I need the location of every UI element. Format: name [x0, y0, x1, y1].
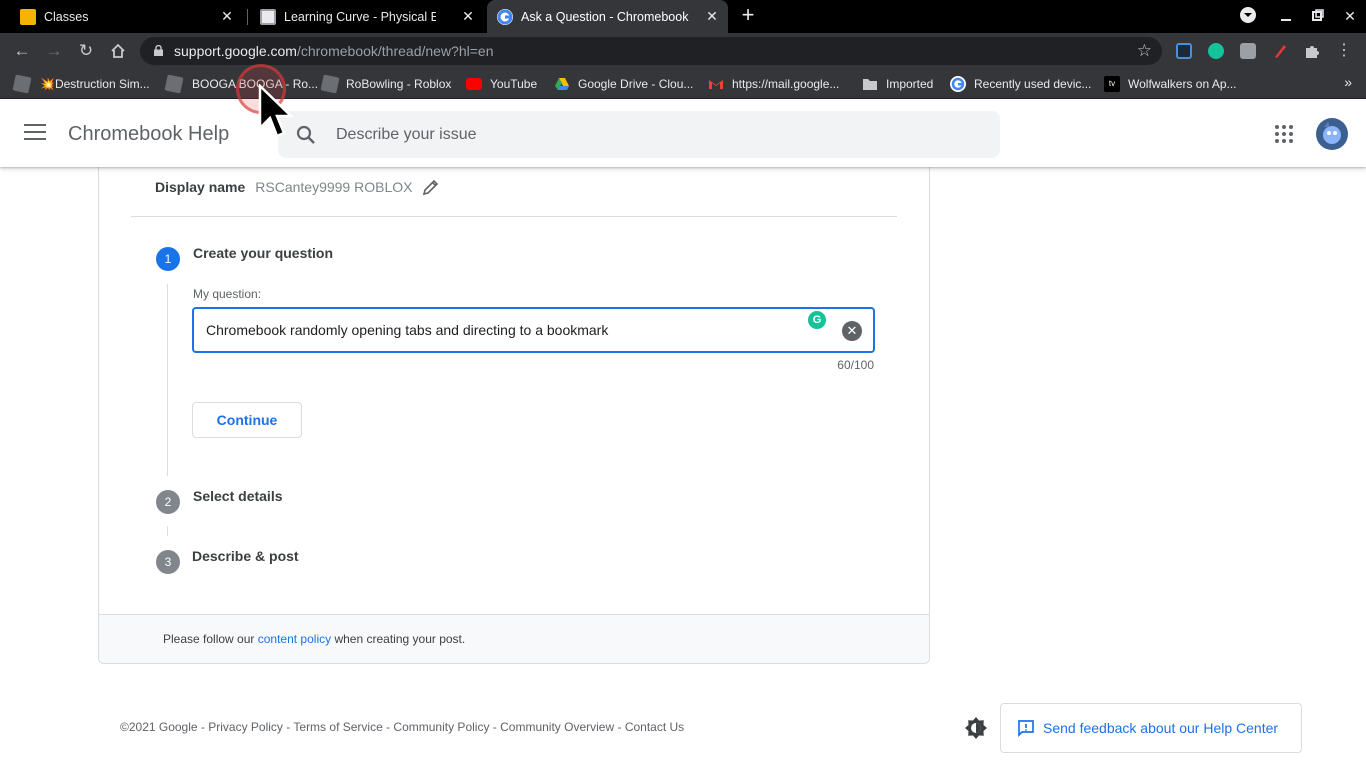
clear-input-icon[interactable]: ✕ [842, 321, 862, 341]
step-connector [167, 526, 168, 536]
bookmark-item[interactable]: 💥Destruction Sim... [40, 69, 150, 98]
home-icon[interactable] [106, 39, 130, 63]
main-menu-icon[interactable] [24, 124, 46, 142]
bookmark-folder[interactable]: Imported [862, 69, 933, 98]
more-bookmarks-icon[interactable]: » [1344, 74, 1352, 90]
google-icon [497, 8, 513, 25]
bookmark-item[interactable]: YouTube [466, 69, 537, 98]
tab-title: Ask a Question - Chromebook Co [521, 9, 691, 24]
step-3-title[interactable]: Describe & post [192, 548, 299, 564]
help-center-header: Chromebook Help [0, 99, 1366, 167]
question-label: My question: [193, 287, 262, 301]
restore-icon[interactable] [1308, 6, 1328, 26]
appletv-icon: tv [1104, 75, 1120, 92]
avatar[interactable] [1316, 118, 1348, 150]
roblox-icon [320, 74, 340, 93]
step-2-title[interactable]: Select details [193, 488, 283, 504]
step-3-number: 3 [156, 550, 180, 574]
google-icon [950, 75, 966, 92]
marker-icon[interactable] [1272, 43, 1288, 59]
edit-pencil-icon[interactable] [422, 178, 440, 196]
display-name-row: Display name RSCantey9999 ROBLOX [155, 178, 440, 196]
new-tab-button[interactable]: + [738, 4, 758, 26]
community-policy-link[interactable]: Community Policy [393, 720, 489, 734]
bookmark-item[interactable]: Recently used devic... [950, 69, 1091, 98]
search-bar[interactable] [278, 111, 1000, 158]
continue-button[interactable]: Continue [192, 402, 302, 438]
extensions-puzzle-icon[interactable] [1304, 43, 1320, 59]
question-card: Display name RSCantey9999 ROBLOX 1 Creat… [98, 160, 930, 664]
content-policy-link[interactable]: content policy [258, 632, 331, 646]
menu-kebab-icon[interactable]: ⋮ [1336, 43, 1352, 59]
close-window-icon[interactable]: ✕ [1340, 6, 1360, 26]
grammarly-icon[interactable] [1208, 43, 1224, 59]
character-count: 60/100 [837, 358, 874, 372]
feedback-icon [1018, 720, 1034, 737]
feedback-label: Send feedback about our Help Center [1043, 720, 1279, 736]
gmail-icon [708, 76, 724, 92]
bookmarks-bar: 💥Destruction Sim... BOOGA BOOGA - Ro... … [0, 69, 1366, 99]
step-connector [167, 284, 168, 476]
url-text: support.google.com/chromebook/thread/new… [174, 43, 494, 59]
tab-learning-curve[interactable]: Learning Curve - Physical Educa ✕ [240, 0, 486, 33]
tab-search-icon[interactable] [1238, 6, 1258, 26]
display-name-label: Display name [155, 179, 246, 195]
step-1-number: 1 [156, 247, 180, 271]
portrait-icon [260, 8, 276, 25]
forward-icon[interactable]: → [42, 39, 66, 63]
google-apps-icon[interactable] [1275, 125, 1293, 143]
extension-n-icon[interactable] [1176, 43, 1192, 59]
grammarly-icon[interactable]: G [808, 311, 826, 329]
tab-classes[interactable]: Classes ✕ [0, 0, 245, 33]
step-2-number: 2 [156, 490, 180, 514]
tab-ask-question[interactable]: Ask a Question - Chromebook Co ✕ [487, 0, 728, 33]
bookmark-item[interactable]: tv Wolfwalkers on Ap... [1104, 69, 1237, 98]
bookmark-item[interactable] [12, 69, 36, 98]
bookmark-item[interactable]: RoBowling - Roblox [320, 69, 451, 98]
roblox-icon [164, 74, 184, 93]
reload-icon[interactable]: ↻ [74, 39, 98, 63]
community-overview-link[interactable]: Community Overview [500, 720, 614, 734]
tab-title: Classes [44, 9, 89, 24]
divider [131, 216, 897, 217]
dark-theme-icon[interactable] [964, 716, 988, 740]
bookmark-star-icon[interactable]: ☆ [1137, 41, 1152, 61]
send-feedback-button[interactable]: Send feedback about our Help Center [1000, 703, 1302, 753]
contact-us-link[interactable]: Contact Us [625, 720, 684, 734]
close-icon[interactable]: ✕ [219, 8, 235, 24]
display-name-value: RSCantey9999 ROBLOX [255, 179, 413, 195]
policy-footer: Please follow our content policy when cr… [99, 614, 929, 663]
bookmark-item[interactable]: Google Drive - Clou... [554, 69, 693, 98]
youtube-icon [466, 77, 482, 90]
extension-gray-icon[interactable] [1240, 43, 1256, 59]
drive-icon [554, 76, 570, 92]
search-icon [296, 125, 315, 144]
privacy-policy-link[interactable]: Privacy Policy [208, 720, 283, 734]
mouse-cursor-icon [258, 84, 294, 138]
back-icon[interactable]: ← [10, 39, 34, 63]
tab-strip: Classes ✕ Learning Curve - Physical Educ… [0, 0, 1366, 33]
page-footer-links: ©2021 Google - Privacy Policy - Terms of… [120, 720, 685, 734]
browser-toolbar: ← → ↻ support.google.com/chromebook/thre… [0, 33, 1366, 69]
bookmark-item[interactable]: https://mail.google... [708, 69, 839, 98]
page-title[interactable]: Chromebook Help [68, 99, 229, 169]
minimize-icon[interactable] [1276, 6, 1296, 26]
question-input[interactable]: Chromebook randomly opening tabs and dir… [192, 307, 875, 353]
step-1-title: Create your question [193, 245, 334, 261]
copyright: ©2021 Google [120, 720, 198, 734]
classroom-icon [20, 8, 36, 25]
tab-title: Learning Curve - Physical Educa [284, 9, 436, 24]
close-icon[interactable]: ✕ [460, 8, 476, 24]
folder-icon [862, 76, 878, 92]
address-bar[interactable]: support.google.com/chromebook/thread/new… [140, 37, 1162, 65]
policy-text: Please follow our content policy when cr… [163, 632, 466, 646]
question-input-value[interactable]: Chromebook randomly opening tabs and dir… [206, 309, 608, 351]
search-input[interactable] [336, 111, 976, 158]
terms-of-service-link[interactable]: Terms of Service [293, 720, 382, 734]
roblox-icon [12, 74, 32, 93]
lock-icon [154, 45, 163, 56]
close-icon[interactable]: ✕ [704, 8, 720, 24]
